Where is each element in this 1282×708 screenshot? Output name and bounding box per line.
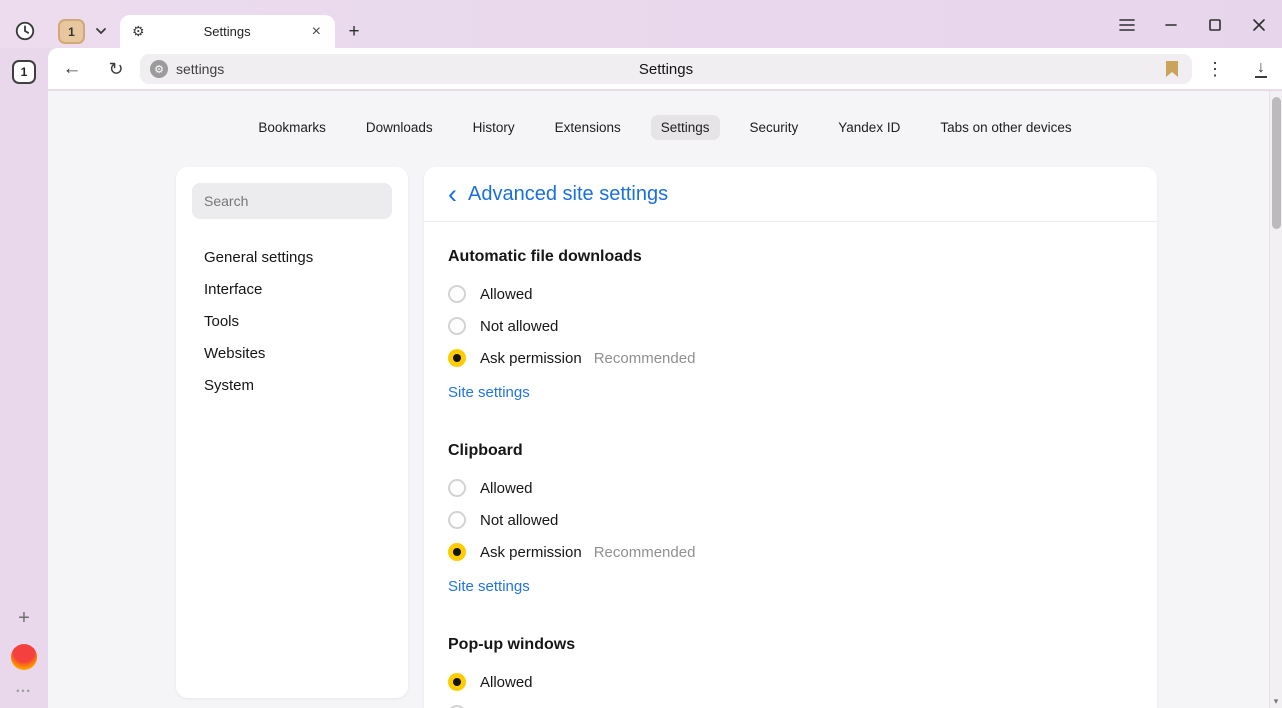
tab-close-icon[interactable]: ×: [310, 23, 323, 41]
radio-selected[interactable]: [448, 673, 466, 691]
url-text: settings: [176, 61, 224, 77]
rail-bottom: + •••: [0, 608, 48, 696]
radio-option-not-allowed[interactable]: Not allowed Recommended: [448, 698, 1133, 708]
minimize-icon: [1164, 18, 1178, 32]
address-bar[interactable]: ⚙ settings Settings: [140, 54, 1192, 84]
radio-label: Ask permission: [480, 544, 582, 561]
tab-bookmarks[interactable]: Bookmarks: [248, 115, 336, 140]
scrollbar-thumb[interactable]: [1272, 97, 1281, 229]
card-title[interactable]: Advanced site settings: [468, 183, 668, 206]
section-heading: Automatic file downloads: [448, 248, 1133, 266]
recommended-note: Recommended: [594, 350, 696, 367]
radio-unselected[interactable]: [448, 317, 466, 335]
tab-extensions[interactable]: Extensions: [545, 115, 631, 140]
radio-option-allowed[interactable]: Allowed: [448, 278, 1133, 310]
bookmark-flag-icon: [1164, 60, 1180, 78]
toolbar-overflow-button[interactable]: ⋮: [1202, 56, 1228, 82]
history-button[interactable]: [11, 17, 38, 44]
site-settings-link[interactable]: Site settings: [448, 578, 530, 595]
recommended-note: Recommended: [594, 544, 696, 561]
hamburger-icon: [1119, 18, 1135, 32]
back-button[interactable]: ←: [59, 56, 85, 82]
gear-icon: ⚙: [132, 23, 145, 40]
radio-option-allowed[interactable]: Allowed: [448, 666, 1133, 698]
tab-downloads[interactable]: Downloads: [356, 115, 443, 140]
advanced-site-settings-card: ‹ Advanced site settings Automatic file …: [424, 167, 1157, 708]
settings-top-nav: Bookmarks Downloads History Extensions S…: [48, 91, 1282, 140]
card-header: ‹ Advanced site settings: [424, 167, 1157, 222]
tab-settings-page[interactable]: Settings: [651, 115, 720, 140]
window-menu-button[interactable]: [1114, 12, 1140, 38]
tab-settings[interactable]: ⚙ Settings ×: [120, 15, 335, 48]
sidebar-item-tools[interactable]: Tools: [192, 305, 392, 337]
reload-button[interactable]: ↻: [103, 56, 129, 82]
site-favicon-icon: ⚙: [150, 60, 168, 78]
tab-yandex-id[interactable]: Yandex ID: [828, 115, 910, 140]
tab-security[interactable]: Security: [740, 115, 809, 140]
window-close-button[interactable]: [1246, 12, 1272, 38]
window-minimize-button[interactable]: [1158, 12, 1184, 38]
section-heading: Clipboard: [448, 442, 1133, 460]
close-icon: [1252, 18, 1266, 32]
radio-label: Allowed: [480, 674, 533, 691]
rail-more-icon[interactable]: •••: [16, 686, 31, 696]
radio-label: Not allowed: [480, 512, 558, 529]
section-heading: Pop-up windows: [448, 636, 1133, 654]
sidebar-item-interface[interactable]: Interface: [192, 273, 392, 305]
content-area: Bookmarks Downloads History Extensions S…: [48, 91, 1282, 708]
browser-toolbar: ← ↻ ⚙ settings Settings ⋮ ↓: [48, 48, 1282, 90]
section-clipboard: Clipboard Allowed Not allowed Ask permis…: [424, 442, 1157, 596]
back-chevron-icon[interactable]: ‹: [448, 181, 457, 208]
section-automatic-file-downloads: Automatic file downloads Allowed Not all…: [424, 248, 1157, 402]
radio-label: Not allowed: [480, 318, 558, 335]
tab-other-devices[interactable]: Tabs on other devices: [930, 115, 1081, 140]
radio-unselected[interactable]: [448, 511, 466, 529]
site-settings-link[interactable]: Site settings: [448, 384, 530, 401]
downloads-button[interactable]: ↓: [1248, 56, 1274, 82]
sidebar-item-system[interactable]: System: [192, 369, 392, 401]
radio-option-ask-permission[interactable]: Ask permission Recommended: [448, 342, 1133, 374]
tab-count-badge[interactable]: 1: [12, 60, 36, 84]
titlebar: 1 ⚙ Settings × +: [0, 0, 1282, 48]
radio-label: Allowed: [480, 286, 533, 303]
section-pop-up-windows: Pop-up windows Allowed Not allowed Recom…: [424, 636, 1157, 708]
scrollbar[interactable]: ▾: [1269, 91, 1282, 708]
radio-label: Allowed: [480, 480, 533, 497]
download-icon: ↓: [1257, 61, 1265, 75]
tab-title: Settings: [145, 24, 310, 39]
new-tab-button[interactable]: +: [341, 19, 367, 45]
maximize-icon: [1208, 18, 1222, 32]
search-box[interactable]: [192, 183, 392, 219]
bookmark-button[interactable]: [1160, 57, 1184, 81]
clock-icon: [14, 20, 36, 42]
sidebar-item-general-settings[interactable]: General settings: [192, 241, 392, 273]
settings-menu: General settings Interface Tools Website…: [192, 241, 392, 401]
download-icon-base: [1255, 76, 1267, 78]
radio-unselected[interactable]: [448, 479, 466, 497]
search-input[interactable]: [204, 193, 380, 209]
tab-group-chip[interactable]: 1: [58, 19, 85, 44]
scrollbar-down-arrow[interactable]: ▾: [1270, 696, 1282, 707]
radio-option-ask-permission[interactable]: Ask permission Recommended: [448, 536, 1133, 568]
radio-selected[interactable]: [448, 543, 466, 561]
settings-sidebar-card: General settings Interface Tools Website…: [176, 167, 408, 698]
rail-add-button[interactable]: +: [18, 608, 30, 628]
sidebar-item-websites[interactable]: Websites: [192, 337, 392, 369]
radio-option-not-allowed[interactable]: Not allowed: [448, 310, 1133, 342]
chevron-down-icon[interactable]: [92, 22, 110, 40]
radio-selected[interactable]: [448, 349, 466, 367]
side-rail: 1 + •••: [0, 48, 48, 708]
radio-label: Ask permission: [480, 350, 582, 367]
yandex-browser-logo[interactable]: [11, 644, 37, 670]
radio-option-not-allowed[interactable]: Not allowed: [448, 504, 1133, 536]
page-title: Settings: [140, 61, 1192, 78]
radio-unselected[interactable]: [448, 285, 466, 303]
radio-option-allowed[interactable]: Allowed: [448, 472, 1133, 504]
tab-history[interactable]: History: [463, 115, 525, 140]
window-maximize-button[interactable]: [1202, 12, 1228, 38]
